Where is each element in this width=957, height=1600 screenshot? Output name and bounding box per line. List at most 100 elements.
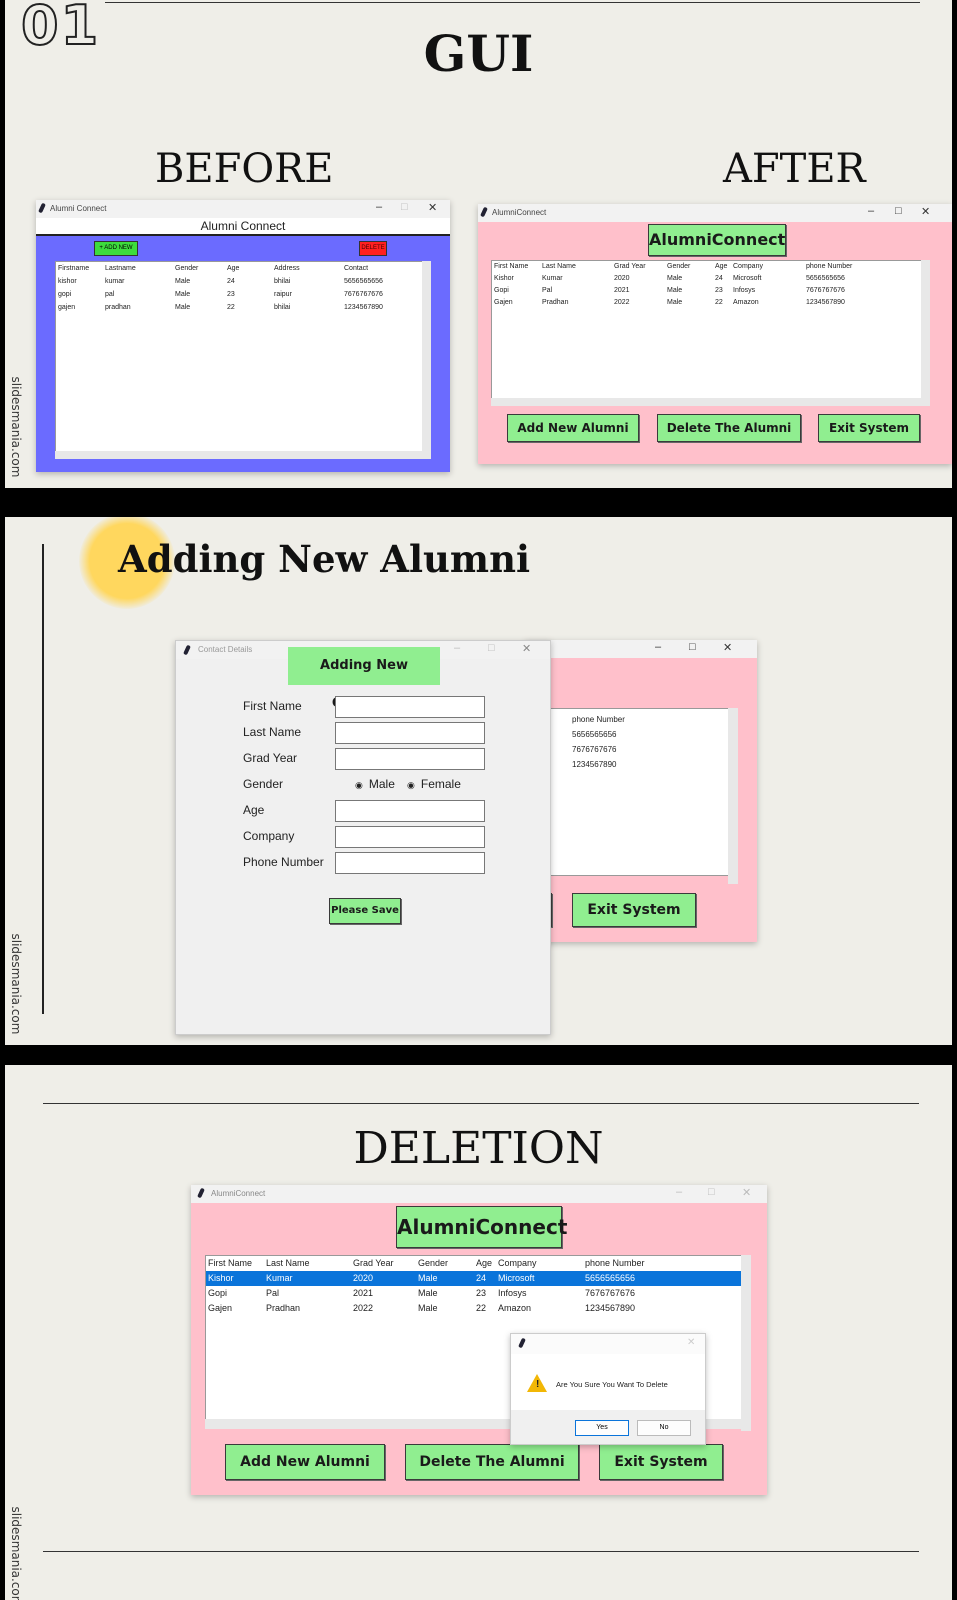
close-icon[interactable]: ✕	[921, 205, 930, 218]
minimize-icon[interactable]: –	[868, 205, 874, 217]
maximize-icon[interactable]: □	[895, 205, 902, 217]
first-name-input[interactable]	[335, 696, 485, 718]
table-cell: 24	[715, 275, 723, 282]
table-cell: 5656565656	[806, 275, 845, 282]
table-row[interactable]: Gopi Pal 2021 Male 23 Infosys 7676767676	[206, 1288, 742, 1303]
confirm-titlebar: ✕	[511, 1334, 705, 1354]
exit-system-button[interactable]: Exit System	[572, 893, 696, 927]
first-name-label: First Name	[243, 699, 302, 713]
vertical-scrollbar[interactable]	[422, 261, 431, 451]
table-cell: Gajen	[494, 299, 513, 306]
watermark: slidesmania.com	[9, 376, 23, 478]
table-cell: Gopi	[208, 1288, 228, 1298]
section-title-deletion: DELETION	[353, 1123, 604, 1174]
table-cell: 22	[715, 299, 723, 306]
table-cell: gopi	[58, 291, 72, 298]
slide-deletion: DELETION slidesmania.com AlumniConnect –…	[5, 1065, 952, 1600]
table-row[interactable]: gopi pal Male 23 raipur 7676767676	[56, 291, 422, 304]
maximize-icon[interactable]: □	[708, 1186, 715, 1198]
delete-button[interactable]: DELETE	[359, 241, 387, 256]
close-icon[interactable]: ✕	[687, 1337, 695, 1348]
column-header: Company	[733, 263, 763, 270]
table-cell: bhilai	[274, 304, 291, 311]
table-row[interactable]: Kishor Kumar 2020 Male 24 Microsoft 5656565656	[492, 275, 922, 287]
old-window-titlebar: Alumni Connect – □ ✕	[36, 200, 450, 218]
table-row[interactable]: kishor kumar Male 24 bhilai 5656565656	[56, 278, 422, 291]
new-window-title: AlumniConnect	[492, 208, 547, 217]
confirm-no-button[interactable]: No	[637, 1420, 691, 1436]
column-header: Contact	[344, 265, 369, 272]
feather-icon	[480, 206, 488, 218]
phone-cell: 7676767676	[572, 745, 617, 754]
table-row[interactable]: Gajen Pradhan 2022 Male 22 Amazon 1234567890	[492, 299, 922, 311]
please-save-button[interactable]: Please Save	[329, 898, 401, 924]
minimize-icon[interactable]: –	[376, 201, 382, 213]
watermark: slidesmania.com	[9, 1506, 23, 1600]
maximize-icon[interactable]: □	[401, 201, 408, 213]
close-icon[interactable]: ✕	[723, 641, 732, 654]
table-row[interactable]: Kishor Kumar 2020 Male 24 Microsoft 5656565656	[206, 1271, 742, 1286]
exit-system-button[interactable]: Exit System	[599, 1444, 723, 1480]
table-row[interactable]: Gajen Pradhan 2022 Male 22 Amazon 1234567890	[206, 1303, 742, 1318]
maximize-icon[interactable]: □	[689, 641, 696, 653]
vertical-scrollbar[interactable]	[728, 708, 738, 884]
feather-icon	[197, 1187, 205, 1199]
add-new-button[interactable]: + ADD NEW	[94, 241, 138, 256]
section-title-gui: GUI	[423, 24, 534, 83]
close-icon[interactable]: ✕	[522, 642, 531, 655]
table-row[interactable]: Gopi Pal 2021 Male 23 Infosys 7676767676	[492, 287, 922, 299]
delete-alumni-button[interactable]: Delete The Alumni	[657, 414, 801, 442]
table-cell: Infosys	[733, 287, 756, 294]
last-name-input[interactable]	[335, 722, 485, 744]
horizontal-scrollbar[interactable]	[491, 398, 921, 406]
column-header: Address	[274, 265, 300, 272]
minimize-icon[interactable]: –	[676, 1186, 682, 1198]
minimize-icon[interactable]: –	[454, 642, 460, 654]
phone-cell: 1234567890	[572, 760, 617, 769]
confirm-delete-dialog: ✕ ! Are You Sure You Want To Delete Yes …	[510, 1333, 706, 1445]
new-app-window: AlumniConnect – □ ✕ AlumniConnect First …	[478, 204, 952, 464]
column-header: Last Name	[542, 263, 576, 270]
table-cell: 5656565656	[344, 278, 383, 285]
table-cell: 1234567890	[806, 299, 845, 306]
table-cell: Pal	[266, 1288, 280, 1298]
female-option-label: Female	[420, 777, 461, 791]
table-cell: Kumar	[266, 1273, 293, 1283]
close-icon[interactable]: ✕	[428, 201, 437, 214]
alumni-list-partial[interactable]: phone Number 5656565656 7676767676 12345…	[525, 708, 729, 876]
grad-year-input[interactable]	[335, 748, 485, 770]
horizontal-scrollbar[interactable]	[55, 451, 431, 459]
phone-number-label: Phone Number	[243, 855, 324, 869]
old-window-heading: Alumni Connect	[36, 218, 450, 234]
alumni-list[interactable]: First Name Last Name Grad Year Gender Age Com…	[491, 260, 923, 400]
age-input[interactable]	[335, 800, 485, 822]
add-new-alumni-button[interactable]: Add New Alumni	[225, 1444, 385, 1480]
table-cell: Gajen	[208, 1303, 233, 1313]
delete-alumni-button[interactable]: Delete The Alumni	[405, 1444, 579, 1480]
minimize-icon[interactable]: –	[655, 641, 661, 653]
confirm-yes-button[interactable]: Yes	[575, 1420, 629, 1436]
phone-number-input[interactable]	[335, 852, 485, 874]
column-header: Age	[227, 265, 240, 272]
vertical-scrollbar[interactable]	[741, 1255, 751, 1431]
app-heading-label: AlumniConnect	[648, 224, 786, 256]
column-header: Grad Year	[614, 263, 646, 270]
table-cell: 22	[227, 304, 235, 311]
table-row[interactable]: gajen pradhan Male 22 bhilai 1234567890	[56, 304, 422, 317]
app-heading-label: AlumniConnect	[396, 1206, 567, 1248]
exit-system-button[interactable]: Exit System	[818, 414, 920, 442]
gender-male-radio[interactable]: ◉ Male	[355, 777, 395, 791]
table-cell: Male	[418, 1273, 438, 1283]
add-new-alumni-button[interactable]: Add New Alumni	[507, 414, 639, 442]
table-cell: 7676767676	[344, 291, 383, 298]
company-input[interactable]	[335, 826, 485, 848]
gender-female-radio[interactable]: ◉ Female	[407, 777, 461, 791]
vertical-scrollbar[interactable]	[921, 260, 930, 406]
table-cell: 2022	[614, 299, 630, 306]
table-cell: pal	[105, 291, 115, 298]
close-icon[interactable]: ✕	[742, 1186, 751, 1199]
table-cell: Male	[175, 291, 191, 298]
old-alumni-list[interactable]: Firstname Lastname Gender Age Address Contact…	[55, 261, 423, 453]
maximize-icon[interactable]: □	[488, 642, 495, 654]
heading-divider	[36, 234, 450, 236]
